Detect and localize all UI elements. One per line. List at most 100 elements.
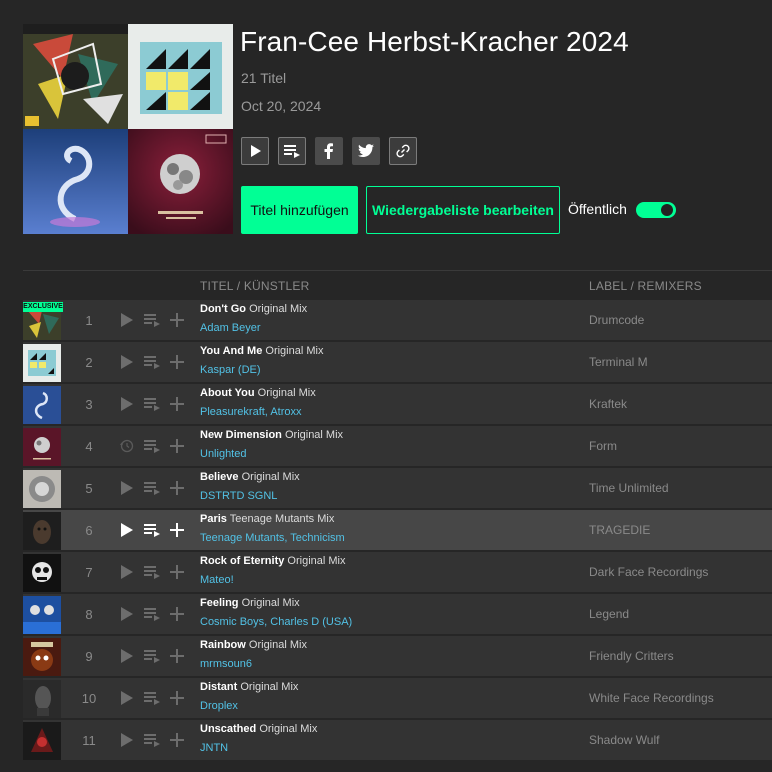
track-artists[interactable]: Pleasurekraft, Atroxx — [200, 406, 302, 418]
add-track-to-queue-button[interactable] — [143, 563, 161, 581]
play-track-button[interactable] — [118, 731, 136, 749]
add-track-to-queue-button[interactable] — [143, 731, 161, 749]
play-track-button[interactable] — [118, 521, 136, 539]
track-title-line[interactable]: Feeling Original Mix — [200, 597, 300, 609]
track-label[interactable]: Kraftek — [589, 397, 627, 411]
add-track-to-playlist-button[interactable] — [168, 437, 186, 455]
track-row[interactable]: 10 Distant Original Mix Droplex White Fa… — [23, 678, 772, 718]
track-row[interactable]: 8 Feeling Original Mix Cosmic Boys, Char… — [23, 594, 772, 634]
track-artwork[interactable] — [23, 512, 61, 550]
add-track-to-queue-button[interactable] — [143, 689, 161, 707]
track-row[interactable]: 9 Rainbow Original Mix mrmsoun6 Friendly… — [23, 636, 772, 676]
track-title-line[interactable]: New Dimension Original Mix — [200, 429, 343, 441]
track-title[interactable]: Believe — [200, 471, 239, 483]
track-label[interactable]: Legend — [589, 607, 629, 621]
track-label[interactable]: Dark Face Recordings — [589, 565, 708, 579]
track-artists[interactable]: JNTN — [200, 742, 228, 754]
track-row[interactable]: 2 You And Me Original Mix Kaspar (DE) Te… — [23, 342, 772, 382]
track-row[interactable]: 3 About You Original Mix Pleasurekraft, … — [23, 384, 772, 424]
track-artists[interactable]: DSTRTD SGNL — [200, 490, 277, 502]
add-track-to-playlist-button[interactable] — [168, 521, 186, 539]
track-title[interactable]: Feeling — [200, 597, 239, 609]
track-title[interactable]: Distant — [200, 681, 237, 693]
add-to-queue-button[interactable] — [278, 137, 306, 165]
track-label[interactable]: White Face Recordings — [589, 691, 714, 705]
track-artists[interactable]: Mateo! — [200, 574, 234, 586]
track-title-line[interactable]: Unscathed Original Mix — [200, 723, 317, 735]
track-artists[interactable]: Cosmic Boys, Charles D (USA) — [200, 616, 352, 628]
track-label[interactable]: Shadow Wulf — [589, 733, 659, 747]
track-artists[interactable]: Adam Beyer — [200, 322, 261, 334]
add-track-to-playlist-button[interactable] — [168, 479, 186, 497]
track-row[interactable]: 5 Believe Original Mix DSTRTD SGNL Time … — [23, 468, 772, 508]
add-track-to-playlist-button[interactable] — [168, 353, 186, 371]
add-tracks-button[interactable]: Titel hinzufügen — [241, 186, 358, 234]
facebook-share-button[interactable] — [315, 137, 343, 165]
track-title[interactable]: Don't Go — [200, 303, 246, 315]
play-track-button[interactable] — [118, 563, 136, 581]
add-track-to-queue-button[interactable] — [143, 605, 161, 623]
track-artwork[interactable] — [23, 596, 61, 634]
column-header-title[interactable]: TITEL / KÜNSTLER — [200, 279, 309, 293]
add-track-to-queue-button[interactable] — [143, 521, 161, 539]
track-label[interactable]: Friendly Critters — [589, 649, 674, 663]
track-title[interactable]: Rainbow — [200, 639, 246, 651]
add-track-to-queue-button[interactable] — [143, 311, 161, 329]
track-row[interactable]: 11 Unscathed Original Mix JNTN Shadow Wu… — [23, 720, 772, 760]
copy-link-button[interactable] — [389, 137, 417, 165]
twitter-share-button[interactable] — [352, 137, 380, 165]
add-track-to-queue-button[interactable] — [143, 647, 161, 665]
track-title[interactable]: New Dimension — [200, 429, 282, 441]
play-track-button[interactable] — [118, 647, 136, 665]
add-track-to-queue-button[interactable] — [143, 479, 161, 497]
track-title[interactable]: You And Me — [200, 345, 262, 357]
track-row[interactable]: 4 New Dimension Original Mix Unlighted F… — [23, 426, 772, 466]
add-track-to-playlist-button[interactable] — [168, 689, 186, 707]
track-label[interactable]: Drumcode — [589, 313, 644, 327]
play-track-button[interactable] — [118, 479, 136, 497]
track-title[interactable]: Paris — [200, 513, 227, 525]
play-track-button[interactable] — [118, 689, 136, 707]
track-label[interactable]: Form — [589, 439, 617, 453]
track-artwork[interactable] — [23, 386, 61, 424]
add-track-to-queue-button[interactable] — [143, 353, 161, 371]
add-track-to-playlist-button[interactable] — [168, 605, 186, 623]
public-toggle[interactable] — [636, 202, 676, 218]
track-artists[interactable]: Droplex — [200, 700, 238, 712]
track-row[interactable]: 6 Paris Teenage Mutants Mix Teenage Muta… — [23, 510, 772, 550]
track-title-line[interactable]: Distant Original Mix — [200, 681, 298, 693]
add-track-to-playlist-button[interactable] — [168, 395, 186, 413]
add-track-to-playlist-button[interactable] — [168, 731, 186, 749]
add-track-to-queue-button[interactable] — [143, 395, 161, 413]
edit-playlist-button[interactable]: Wiedergabeliste bearbeiten — [366, 186, 560, 234]
track-title-line[interactable]: Don't Go Original Mix — [200, 303, 307, 315]
track-artists[interactable]: mrmsoun6 — [200, 658, 252, 670]
track-title-line[interactable]: Paris Teenage Mutants Mix — [200, 513, 334, 525]
add-track-to-playlist-button[interactable] — [168, 563, 186, 581]
track-label[interactable]: TRAGEDIE — [589, 523, 650, 537]
play-all-button[interactable] — [241, 137, 269, 165]
track-title[interactable]: Rock of Eternity — [200, 555, 284, 567]
track-title[interactable]: About You — [200, 387, 255, 399]
track-artwork[interactable] — [23, 680, 61, 718]
track-title-line[interactable]: You And Me Original Mix — [200, 345, 323, 357]
add-track-to-playlist-button[interactable] — [168, 647, 186, 665]
track-artists[interactable]: Teenage Mutants, Technicism — [200, 532, 345, 544]
track-row[interactable]: 7 Rock of Eternity Original Mix Mateo! D… — [23, 552, 772, 592]
track-title-line[interactable]: About You Original Mix — [200, 387, 316, 399]
play-track-button[interactable] — [118, 395, 136, 413]
add-track-to-queue-button[interactable] — [143, 437, 161, 455]
track-artwork[interactable] — [23, 722, 61, 760]
track-title-line[interactable]: Rainbow Original Mix — [200, 639, 307, 651]
play-track-button[interactable] — [118, 605, 136, 623]
track-title[interactable]: Unscathed — [200, 723, 256, 735]
track-artists[interactable]: Unlighted — [200, 448, 246, 460]
track-artwork[interactable] — [23, 638, 61, 676]
column-header-label[interactable]: LABEL / REMIXERS — [589, 279, 702, 293]
track-title-line[interactable]: Believe Original Mix — [200, 471, 300, 483]
add-track-to-playlist-button[interactable] — [168, 311, 186, 329]
track-label[interactable]: Time Unlimited — [589, 481, 669, 495]
track-artwork[interactable] — [23, 428, 61, 466]
track-label[interactable]: Terminal M — [589, 355, 648, 369]
track-title-line[interactable]: Rock of Eternity Original Mix — [200, 555, 346, 567]
